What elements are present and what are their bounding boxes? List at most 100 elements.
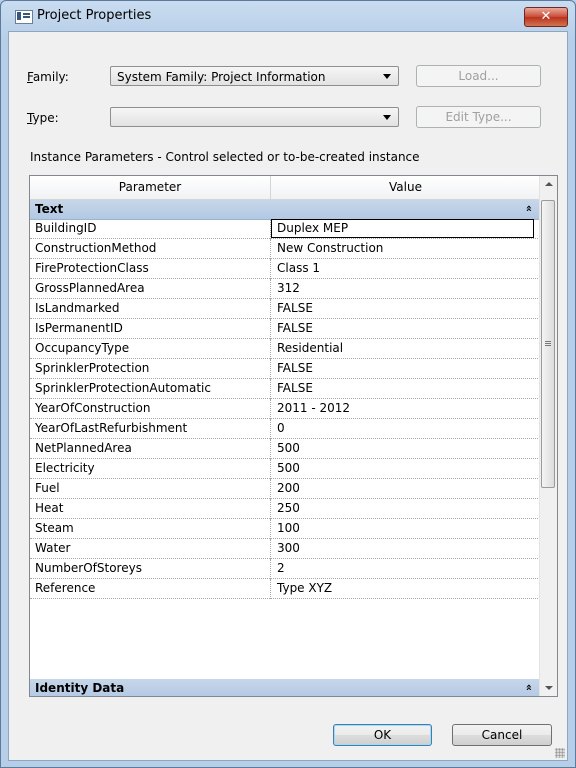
collapse-chevron-icon[interactable]: » bbox=[522, 205, 535, 212]
parameter-value[interactable]: 500 bbox=[277, 441, 300, 455]
close-button[interactable]: ✕ bbox=[524, 7, 568, 27]
table-row[interactable]: Water 300 bbox=[30, 539, 540, 559]
table-row[interactable]: Electricity 500 bbox=[30, 459, 540, 479]
parameter-name: ConstructionMethod bbox=[35, 241, 157, 255]
cell-divider bbox=[270, 399, 271, 419]
family-dropdown[interactable]: System Family: Project Information bbox=[110, 66, 399, 86]
cell-divider bbox=[270, 499, 271, 519]
cell-divider bbox=[270, 239, 271, 259]
parameter-name: NumberOfStoreys bbox=[35, 561, 142, 575]
parameter-value[interactable]: 0 bbox=[277, 421, 285, 435]
load-button[interactable]: Load... bbox=[416, 65, 541, 87]
parameter-name: OccupancyType bbox=[35, 341, 130, 355]
parameter-value[interactable]: 300 bbox=[277, 541, 300, 555]
parameter-value[interactable]: Class 1 bbox=[277, 261, 320, 275]
table-row[interactable]: NetPlannedArea 500 bbox=[30, 439, 540, 459]
cell-divider bbox=[270, 359, 271, 379]
table-row[interactable]: NumberOfStoreys 2 bbox=[30, 559, 540, 579]
parameter-value[interactable]: FALSE bbox=[277, 381, 313, 395]
parameter-value[interactable]: 500 bbox=[277, 461, 300, 475]
parameter-value[interactable]: 200 bbox=[277, 481, 300, 495]
table-row[interactable]: IsPermanentID FALSE bbox=[30, 319, 540, 339]
parameter-name: BuildingID bbox=[35, 221, 97, 235]
parameter-name: YearOfConstruction bbox=[35, 401, 151, 415]
group-header-text[interactable]: Text » bbox=[30, 200, 540, 220]
table-row[interactable]: OccupancyType Residential bbox=[30, 339, 540, 359]
cancel-button[interactable]: Cancel bbox=[452, 724, 552, 746]
resize-grip-icon[interactable] bbox=[555, 748, 565, 758]
cell-divider bbox=[270, 339, 271, 359]
cell-divider bbox=[270, 439, 271, 459]
chevron-down-icon bbox=[383, 74, 391, 79]
cell-divider bbox=[270, 259, 271, 279]
parameter-name: Heat bbox=[35, 501, 64, 515]
parameter-value[interactable]: FALSE bbox=[277, 361, 313, 375]
chevron-down-icon bbox=[383, 115, 391, 120]
instance-parameters-description: Instance Parameters - Control selected o… bbox=[30, 150, 420, 164]
parameter-value[interactable]: 2 bbox=[277, 561, 285, 575]
table-row[interactable]: YearOfConstruction 2011 - 2012 bbox=[30, 399, 540, 419]
table-row[interactable]: ConstructionMethod New Construction bbox=[30, 239, 540, 259]
parameter-value[interactable]: New Construction bbox=[277, 241, 383, 255]
table-row[interactable]: BuildingID Duplex MEP bbox=[30, 219, 540, 239]
cell-divider bbox=[270, 299, 271, 319]
scrollbar-thumb[interactable] bbox=[541, 200, 555, 488]
scroll-down-arrow-icon[interactable] bbox=[540, 679, 557, 696]
parameter-value[interactable]: Duplex MEP bbox=[277, 221, 348, 235]
group-header-identity-data[interactable]: Identity Data » bbox=[30, 679, 540, 696]
parameter-value[interactable]: FALSE bbox=[277, 301, 313, 315]
cell-divider bbox=[270, 419, 271, 439]
parameter-name: NetPlannedArea bbox=[35, 441, 132, 455]
parameter-value[interactable]: 100 bbox=[277, 521, 300, 535]
family-dropdown-value: System Family: Project Information bbox=[117, 70, 326, 84]
cell-divider bbox=[270, 579, 271, 599]
table-row[interactable]: Fuel 200 bbox=[30, 479, 540, 499]
table-row[interactable]: IsLandmarked FALSE bbox=[30, 299, 540, 319]
family-label: Family: bbox=[27, 70, 69, 84]
parameter-name: Electricity bbox=[35, 461, 95, 475]
table-row[interactable]: SprinklerProtectionAutomatic FALSE bbox=[30, 379, 540, 399]
title-bar[interactable]: Project Properties ✕ bbox=[1, 1, 575, 31]
table-row[interactable]: Heat 250 bbox=[30, 499, 540, 519]
collapse-chevron-icon[interactable]: » bbox=[522, 684, 535, 691]
cell-divider bbox=[270, 459, 271, 479]
parameter-name: FireProtectionClass bbox=[35, 261, 149, 275]
table-row[interactable]: FireProtectionClass Class 1 bbox=[30, 259, 540, 279]
parameter-value[interactable]: 312 bbox=[277, 281, 300, 295]
vertical-scrollbar[interactable] bbox=[539, 176, 557, 696]
type-label-rest: ype: bbox=[32, 111, 59, 125]
parameter-value[interactable]: 250 bbox=[277, 501, 300, 515]
edit-type-button[interactable]: Edit Type... bbox=[416, 106, 541, 128]
parameter-name: Reference bbox=[35, 581, 96, 595]
parameter-name: YearOfLastRefurbishment bbox=[35, 421, 188, 435]
cell-divider bbox=[270, 559, 271, 579]
column-header-value[interactable]: Value bbox=[271, 176, 540, 199]
group-name: Identity Data bbox=[35, 681, 125, 695]
ok-button[interactable]: OK bbox=[333, 724, 432, 746]
cell-divider bbox=[270, 319, 271, 339]
table-row[interactable]: Reference Type XYZ bbox=[30, 579, 540, 599]
table-row[interactable]: GrossPlannedArea 312 bbox=[30, 279, 540, 299]
table-row[interactable]: Steam 100 bbox=[30, 519, 540, 539]
parameter-name: IsLandmarked bbox=[35, 301, 120, 315]
family-label-rest: amily: bbox=[32, 70, 69, 84]
parameter-value[interactable]: Residential bbox=[277, 341, 343, 355]
parameter-name: GrossPlannedArea bbox=[35, 281, 145, 295]
cell-divider bbox=[270, 379, 271, 399]
group-name: Text bbox=[35, 202, 64, 216]
column-header-parameter[interactable]: Parameter bbox=[30, 176, 270, 199]
type-dropdown[interactable] bbox=[110, 107, 399, 127]
type-label: Type: bbox=[27, 111, 59, 125]
scroll-up-arrow-icon[interactable] bbox=[540, 176, 557, 193]
table-row[interactable]: SprinklerProtection FALSE bbox=[30, 359, 540, 379]
parameter-name: SprinklerProtectionAutomatic bbox=[35, 381, 211, 395]
project-properties-dialog: Project Properties ✕ Family: System Fami… bbox=[0, 0, 576, 768]
parameter-value[interactable]: 2011 - 2012 bbox=[277, 401, 350, 415]
parameter-name: Fuel bbox=[35, 481, 60, 495]
table-row[interactable]: YearOfLastRefurbishment 0 bbox=[30, 419, 540, 439]
properties-grid[interactable]: Parameter Value Text » BuildingID Duplex … bbox=[29, 175, 558, 697]
parameter-value[interactable]: Type XYZ bbox=[277, 581, 332, 595]
parameter-value[interactable]: FALSE bbox=[277, 321, 313, 335]
cell-divider bbox=[270, 539, 271, 559]
parameter-name: Steam bbox=[35, 521, 74, 535]
